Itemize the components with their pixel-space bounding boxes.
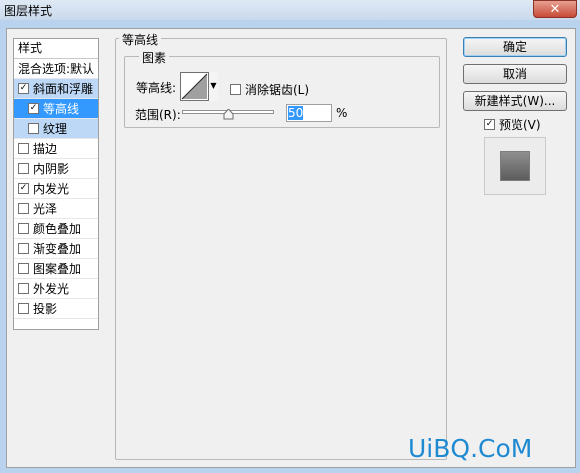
- style-item-label: 颜色叠加: [33, 222, 82, 236]
- style-item[interactable]: 描边: [14, 139, 98, 159]
- antialias-label: 消除锯齿(L): [245, 83, 310, 97]
- checkbox-icon: ✓: [484, 119, 495, 130]
- preview-label: 预览(V): [499, 118, 541, 132]
- window-title: 图层样式: [4, 4, 53, 18]
- antialias-checkbox[interactable]: 消除锯齿(L): [230, 81, 309, 98]
- range-label: 范围(R):: [135, 108, 181, 122]
- style-item-label: 斜面和浮雕: [33, 82, 94, 96]
- pixels-group-title: 图素: [139, 49, 170, 66]
- checkbox-icon[interactable]: [18, 203, 29, 214]
- style-item-label: 混合选项:默认: [18, 62, 95, 76]
- style-item-label: 等高线: [43, 102, 80, 116]
- new-style-button[interactable]: 新建样式(W)...: [463, 91, 567, 111]
- range-value: 50: [288, 106, 304, 120]
- style-item-label: 投影: [33, 302, 58, 316]
- ok-button[interactable]: 确定: [463, 37, 567, 57]
- style-item-label: 图案叠加: [33, 262, 82, 276]
- style-item-label: 渐变叠加: [33, 242, 82, 256]
- style-item-label: 光泽: [33, 202, 58, 216]
- checkbox-icon[interactable]: [18, 143, 29, 154]
- styles-list: 样式 混合选项:默认 ✓ 斜面和浮雕 ✓ 等高线纹理描边内阴影 ✓ 内发光光泽颜色叠加渐变叠…: [13, 38, 99, 330]
- contour-label: 等高线:: [136, 81, 177, 95]
- style-item[interactable]: 外发光: [14, 279, 98, 299]
- style-item-label: 内阴影: [33, 162, 70, 176]
- checkbox-icon[interactable]: ✓: [18, 83, 29, 94]
- preview-swatch: [500, 151, 530, 181]
- range-input[interactable]: 50: [286, 104, 332, 122]
- contour-group-title: 等高线: [119, 31, 162, 48]
- style-item-label: 外发光: [33, 282, 70, 296]
- title-bar: 图层样式 ✕: [0, 0, 580, 20]
- close-icon[interactable]: ✕: [533, 0, 577, 18]
- style-item[interactable]: ✓ 等高线: [14, 99, 98, 119]
- style-item[interactable]: 颜色叠加: [14, 219, 98, 239]
- checkbox-icon: [230, 84, 241, 95]
- style-item[interactable]: 图案叠加: [14, 259, 98, 279]
- range-slider-thumb[interactable]: [223, 109, 234, 120]
- style-item[interactable]: ✓ 内发光: [14, 179, 98, 199]
- preview-checkbox[interactable]: ✓ 预览(V): [484, 116, 541, 133]
- checkbox-icon[interactable]: [18, 263, 29, 274]
- checkbox-icon[interactable]: [28, 123, 39, 134]
- style-item[interactable]: 混合选项:默认: [14, 59, 98, 79]
- watermark: UiBQ.CoM: [408, 434, 533, 463]
- style-item-label: 纹理: [43, 122, 68, 136]
- style-item-label: 描边: [33, 142, 58, 156]
- styles-header: 样式: [14, 39, 98, 59]
- contour-dropdown-arrow[interactable]: ▼: [208, 72, 218, 101]
- style-item[interactable]: 光泽: [14, 199, 98, 219]
- checkbox-icon[interactable]: [18, 283, 29, 294]
- style-item[interactable]: ✓ 斜面和浮雕: [14, 79, 98, 99]
- checkbox-icon[interactable]: ✓: [18, 183, 29, 194]
- checkbox-icon[interactable]: [18, 163, 29, 174]
- style-item[interactable]: 纹理: [14, 119, 98, 139]
- checkbox-icon[interactable]: [18, 223, 29, 234]
- cancel-button[interactable]: 取消: [463, 64, 567, 84]
- style-item[interactable]: 渐变叠加: [14, 239, 98, 259]
- range-unit: %: [336, 106, 348, 120]
- checkbox-icon[interactable]: [18, 303, 29, 314]
- style-item[interactable]: 投影: [14, 299, 98, 319]
- style-item[interactable]: 内阴影: [14, 159, 98, 179]
- contour-curve-icon: [181, 73, 208, 100]
- checkbox-icon[interactable]: [18, 243, 29, 254]
- style-item-label: 内发光: [33, 182, 70, 196]
- checkbox-icon[interactable]: ✓: [28, 103, 39, 114]
